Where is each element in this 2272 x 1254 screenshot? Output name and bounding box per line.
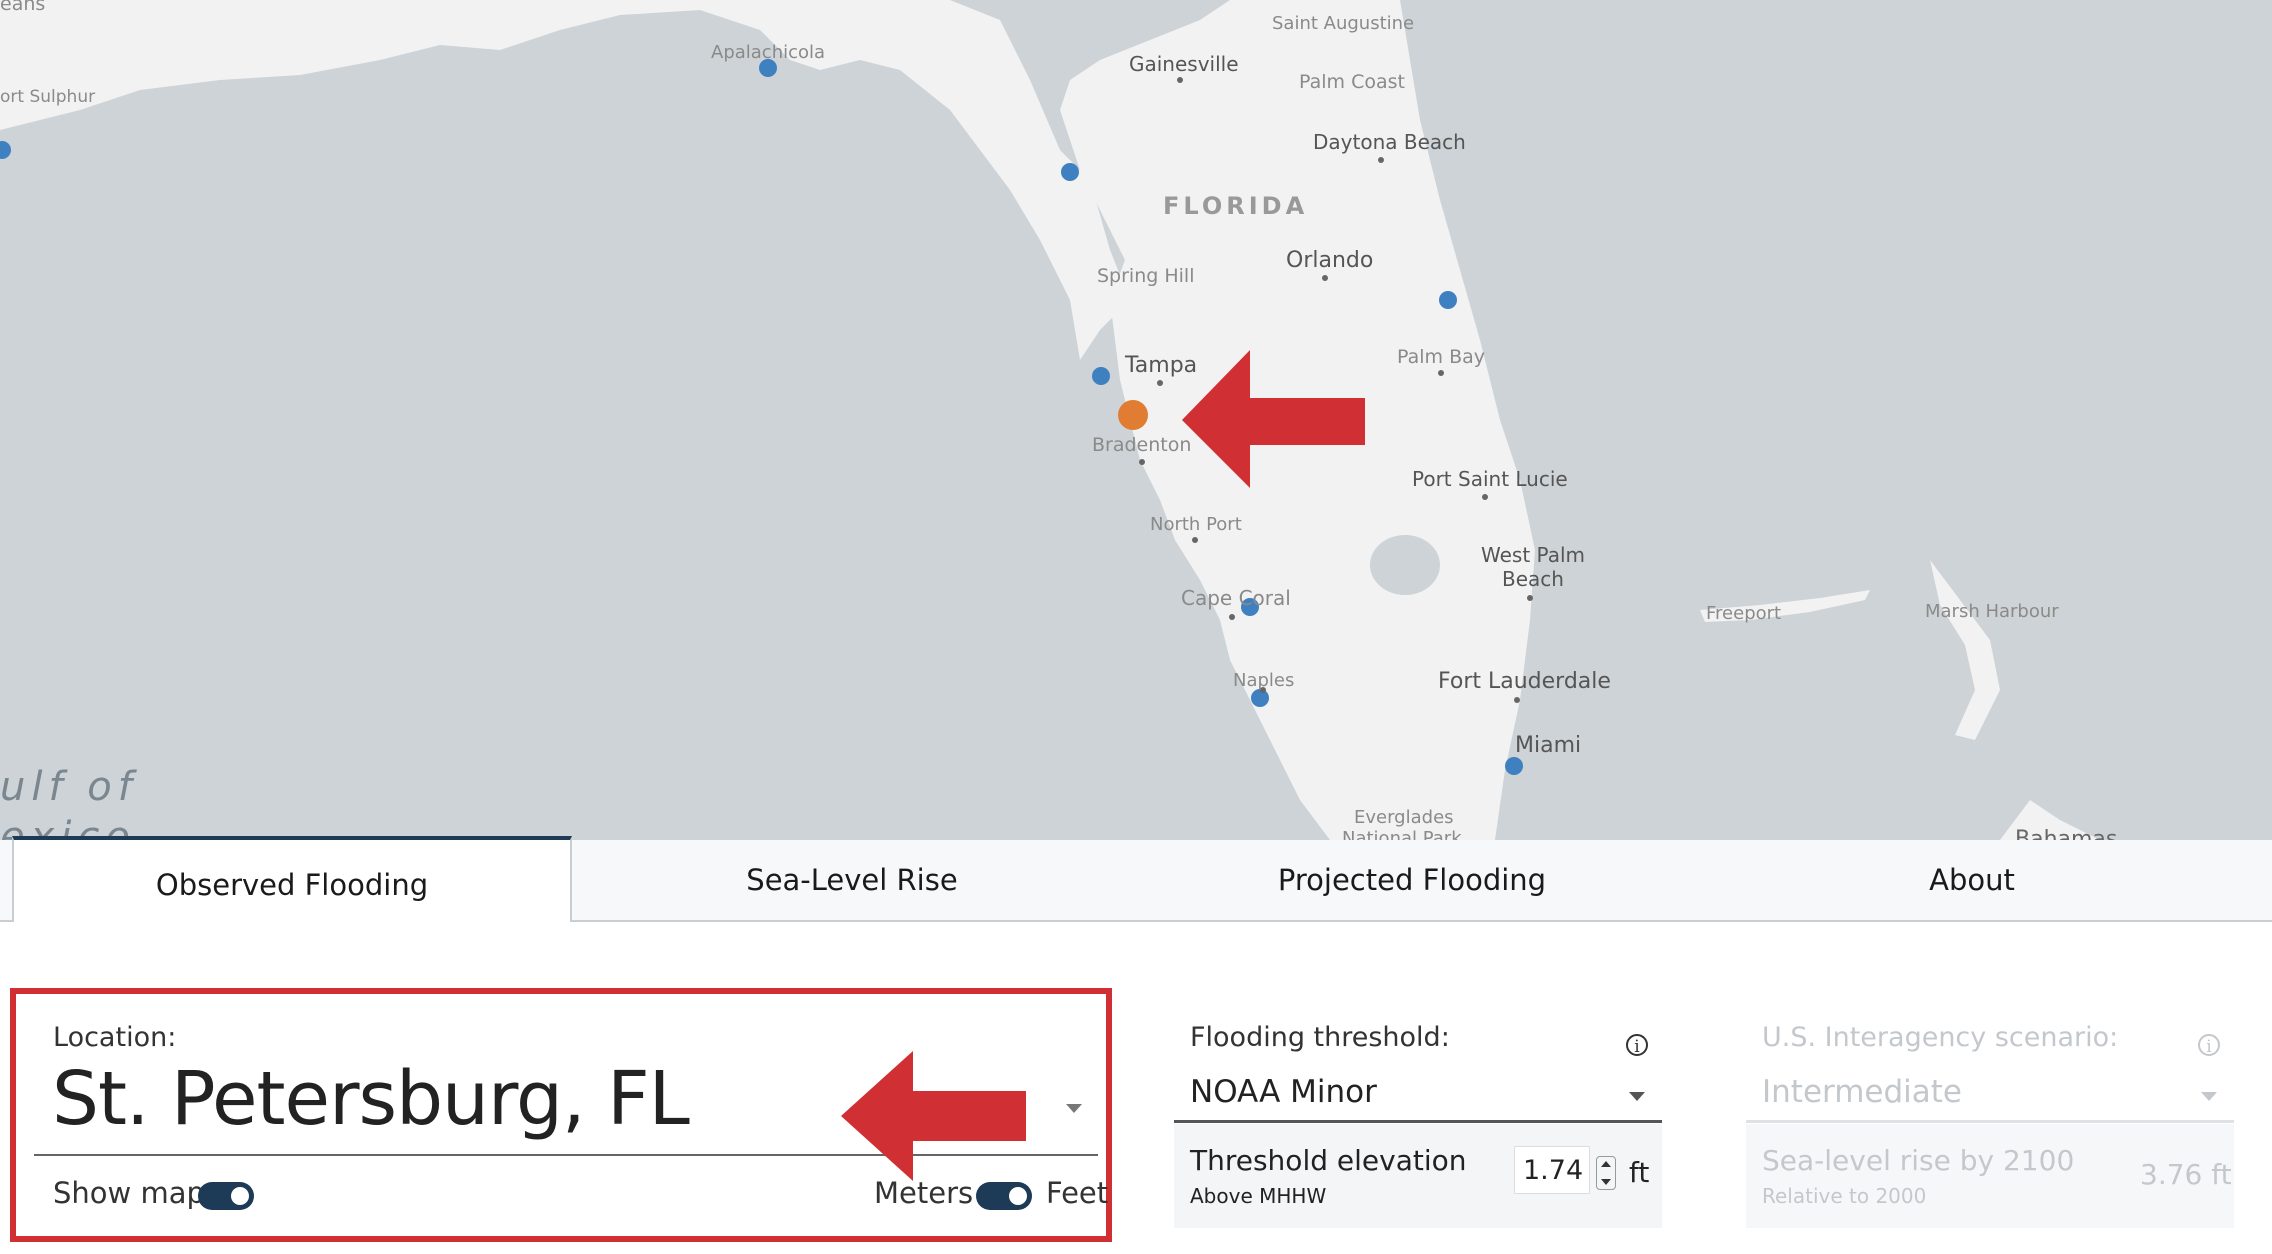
label-orleans: eans — [0, 0, 45, 15]
tab-bar: Observed Flooding Sea-Level Rise Project… — [0, 836, 2272, 922]
label-orlando: Orlando — [1286, 248, 1373, 273]
tab-observed-flooding[interactable]: Observed Flooding — [12, 836, 572, 922]
label-national-park: National Park — [1342, 828, 1462, 840]
label-beach: Beach — [1502, 567, 1564, 591]
label-freeport: Freeport — [1706, 603, 1781, 624]
map-canvas[interactable]: Saint Augustine Gainesville Palm Coast A… — [0, 0, 2272, 840]
label-naples: Naples — [1233, 670, 1294, 691]
threshold-underline — [1174, 1120, 1662, 1123]
sea-level-rise-box: Sea-level rise by 2100 Relative to 2000 … — [1746, 1124, 2234, 1228]
label-port-saint-lucie: Port Saint Lucie — [1412, 467, 1568, 491]
label-bradenton: Bradenton — [1092, 434, 1191, 456]
info-icon[interactable]: i — [2198, 1034, 2220, 1057]
tab-label: Projected Flooding — [1277, 863, 1547, 897]
label-palm-coast: Palm Coast — [1299, 71, 1405, 93]
units-meters-label: Meters — [874, 1176, 974, 1210]
scenario-select[interactable]: Intermediate — [1762, 1074, 1962, 1110]
threshold-elevation-input[interactable]: 1.74 — [1514, 1146, 1590, 1194]
units-feet-label: Feet — [1046, 1176, 1109, 1210]
label-apalachicola: Apalachicola — [711, 42, 825, 63]
tab-projected-flooding[interactable]: Projected Flooding — [1132, 840, 1692, 920]
station-marker[interactable] — [1251, 689, 1269, 707]
stepper-arrows-icon[interactable] — [1596, 1156, 1616, 1190]
selected-station-marker[interactable] — [1118, 400, 1148, 430]
label-everglades: Everglades — [1354, 807, 1454, 828]
label-spring-hill: Spring Hill — [1097, 265, 1194, 287]
label-fort-lauderdale: Fort Lauderdale — [1438, 669, 1611, 694]
scenario-label: U.S. Interagency scenario: — [1762, 1022, 2119, 1053]
station-marker[interactable] — [1439, 291, 1457, 309]
label-saint-augustine: Saint Augustine — [1272, 13, 1414, 34]
flooding-threshold-select[interactable]: NOAA Minor — [1190, 1074, 1377, 1110]
station-marker[interactable] — [1505, 757, 1523, 775]
label-bahamas: Bahamas — [2015, 827, 2117, 840]
info-icon[interactable]: i — [1626, 1034, 1648, 1057]
tab-label: Sea-Level Rise — [746, 863, 958, 897]
label-gainesville: Gainesville — [1129, 52, 1239, 76]
tab-about[interactable]: About — [1692, 840, 2252, 920]
chevron-down-icon[interactable] — [1066, 1104, 1082, 1113]
chevron-down-icon[interactable] — [2201, 1092, 2217, 1101]
label-north-port: North Port — [1150, 514, 1242, 535]
sea-level-rise-title: Sea-level rise by 2100 — [1762, 1144, 2075, 1177]
label-tampa: Tampa — [1124, 353, 1197, 378]
station-marker[interactable] — [1061, 163, 1079, 181]
tab-label: About — [1929, 863, 2015, 897]
label-west-palm: West Palm — [1481, 543, 1585, 567]
label-marsh-harbour: Marsh Harbour — [1925, 601, 2059, 622]
location-label: Location: — [53, 1022, 177, 1053]
threshold-elevation-title: Threshold elevation — [1190, 1144, 1467, 1177]
scenario-underline — [1746, 1120, 2234, 1123]
tab-label: Observed Flooding — [155, 868, 429, 902]
station-marker[interactable] — [1092, 367, 1110, 385]
tab-sea-level-rise[interactable]: Sea-Level Rise — [572, 840, 1132, 920]
chevron-down-icon[interactable] — [1629, 1092, 1645, 1101]
sea-level-rise-note: Relative to 2000 — [1762, 1184, 1927, 1208]
flooding-threshold-label: Flooding threshold: — [1190, 1022, 1450, 1053]
location-select[interactable]: St. Petersburg, FL — [52, 1056, 690, 1142]
map-view[interactable]: Saint Augustine Gainesville Palm Coast A… — [0, 0, 2272, 840]
label-cape-coral: Cape Coral — [1181, 586, 1291, 610]
label-daytona-beach: Daytona Beach — [1313, 130, 1466, 154]
units-toggle[interactable] — [976, 1182, 1032, 1210]
label-florida: FLORIDA — [1163, 192, 1308, 220]
location-panel: Location: St. Petersburg, FL Show map Me… — [10, 988, 1112, 1242]
show-map-label: Show map — [53, 1176, 205, 1210]
threshold-unit: ft — [1629, 1156, 1650, 1189]
label-palm-bay: Palm Bay — [1397, 346, 1485, 368]
show-map-toggle[interactable] — [198, 1182, 254, 1210]
location-arrow-annotation — [841, 1051, 1026, 1181]
label-miami: Miami — [1515, 733, 1581, 758]
label-gulf: ulf of — [0, 764, 138, 810]
sea-level-rise-value: 3.76 ft — [2140, 1158, 2232, 1191]
lake-okeechobee — [1370, 535, 1440, 595]
threshold-elevation-note: Above MHHW — [1190, 1184, 1327, 1208]
label-port-sulphur: ort Sulphur — [0, 87, 95, 107]
